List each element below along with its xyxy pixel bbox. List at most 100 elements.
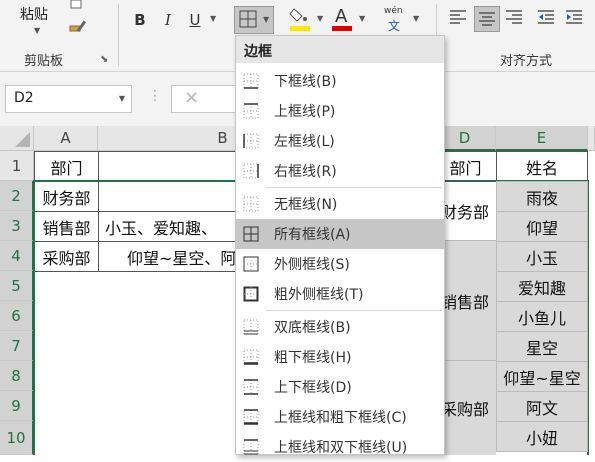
font-color-bar: [332, 26, 352, 31]
right-border-icon: [243, 163, 259, 179]
no-border-icon: [243, 196, 259, 212]
menu-item-thick-outside-borders[interactable]: 粗外侧框线(T): [236, 279, 444, 309]
menu-item-label: 粗外侧框线(T): [274, 287, 364, 303]
phonetic-bottom: 文: [388, 19, 401, 33]
phonetic-button[interactable]: wén 文: [382, 6, 410, 34]
underline-button[interactable]: U: [184, 7, 206, 33]
menu-item-bottom-border[interactable]: 下框线(B): [236, 66, 444, 96]
menu-item-all-borders[interactable]: 所有框线(A): [236, 219, 444, 249]
align-right-button[interactable]: [504, 8, 526, 30]
font-color-glyph: A: [335, 6, 348, 27]
cell-e7[interactable]: 星空: [496, 331, 588, 362]
column-header-a[interactable]: A: [34, 126, 98, 151]
chevron-down-icon[interactable]: ▼: [210, 14, 216, 23]
row-header-7[interactable]: 7: [0, 331, 34, 361]
select-all-corner[interactable]: [0, 126, 34, 151]
highlight-color-bar: [290, 26, 310, 31]
menu-item-label: 上框线和双下框线(U): [274, 440, 408, 456]
menu-item-label: 粗下框线(H): [274, 350, 352, 366]
row-header-label: 7: [11, 336, 21, 355]
phonetic-top: wén: [384, 6, 403, 16]
row-header-10[interactable]: 10: [0, 421, 34, 455]
chevron-down-icon[interactable]: ▼: [359, 14, 365, 23]
group-divider: [118, 4, 119, 66]
row-header-label: 6: [11, 306, 21, 325]
row-header-2[interactable]: 2: [0, 181, 34, 211]
copy-icon[interactable]: [68, 0, 86, 12]
menu-item-top-bottom-border[interactable]: 上下框线(D): [236, 372, 444, 402]
increase-indent-button[interactable]: [564, 8, 586, 30]
row-header-4[interactable]: 4: [0, 241, 34, 271]
row-header-1[interactable]: 1: [0, 151, 34, 181]
menu-item-label: 外侧框线(S): [274, 257, 350, 273]
menu-item-label: 所有框线(A): [274, 227, 351, 243]
chevron-down-icon[interactable]: ▼: [413, 14, 419, 23]
borders-button[interactable]: ▼: [234, 6, 274, 34]
align-left-button[interactable]: [448, 8, 470, 30]
menu-item-right-border[interactable]: 右框线(R): [236, 156, 444, 186]
cell-e2[interactable]: 雨夜: [496, 181, 588, 212]
column-header-label: A: [60, 129, 71, 147]
menu-item-label: 上下框线(D): [274, 380, 352, 396]
decrease-indent-icon: [538, 10, 554, 24]
left-border-icon: [243, 133, 259, 149]
align-right-icon: [506, 10, 522, 24]
cell-e8[interactable]: 仰望~星空: [496, 361, 588, 392]
row-header-5[interactable]: 5: [0, 271, 34, 301]
menu-separator: [266, 310, 442, 311]
cell-e10[interactable]: 小妞: [496, 421, 588, 452]
underline-label: U: [189, 11, 201, 29]
row-header-6[interactable]: 6: [0, 301, 34, 331]
align-center-button[interactable]: [474, 6, 500, 32]
cell-e5[interactable]: 爱知趣: [496, 271, 588, 302]
cell-e6[interactable]: 小鱼儿: [496, 301, 588, 332]
cell-e9[interactable]: 阿文: [496, 391, 588, 422]
bold-button[interactable]: B: [130, 7, 150, 33]
menu-item-no-border[interactable]: 无框线(N): [236, 189, 444, 219]
font-color-button[interactable]: A: [330, 4, 354, 32]
row-header-8[interactable]: 8: [0, 361, 34, 391]
menu-item-left-border[interactable]: 左框线(L): [236, 126, 444, 156]
format-painter-icon[interactable]: [68, 18, 88, 38]
paste-label: 粘贴: [20, 7, 48, 23]
dialog-launcher-icon[interactable]: ⬊: [100, 54, 108, 65]
increase-indent-icon: [566, 10, 582, 24]
italic-label: I: [165, 11, 171, 29]
bottom-border-icon: [243, 73, 259, 89]
align-left-icon: [450, 10, 466, 24]
double-bottom-border-icon: [243, 319, 259, 335]
top-thick-bottom-border-icon: [243, 409, 259, 425]
cell-e4[interactable]: 小玉: [496, 241, 588, 272]
column-header-f[interactable]: [588, 126, 595, 151]
cell-e3[interactable]: 仰望: [496, 211, 588, 242]
decrease-indent-button[interactable]: [536, 8, 558, 30]
alignment-group-label: 对齐方式: [500, 54, 553, 69]
outside-borders-icon: [243, 256, 259, 272]
menu-item-top-double-bottom-border[interactable]: 上框线和双下框线(U): [236, 432, 444, 462]
menu-item-thick-bottom-border[interactable]: 粗下框线(H): [236, 342, 444, 372]
italic-button[interactable]: I: [158, 7, 178, 33]
paste-button[interactable]: 粘贴 ▼: [12, 0, 60, 44]
chevron-down-icon: ▼: [263, 15, 270, 24]
more-icon: ⋮: [148, 88, 162, 104]
row-header-label: 4: [11, 246, 21, 265]
chevron-down-icon[interactable]: ▼: [317, 14, 323, 23]
menu-item-top-border[interactable]: 上框线(P): [236, 96, 444, 126]
thick-outside-borders-icon: [243, 286, 259, 302]
row-header-9[interactable]: 9: [0, 391, 34, 421]
align-center-icon: [479, 12, 495, 26]
column-header-e[interactable]: E: [496, 126, 588, 151]
fill-color-button[interactable]: [288, 6, 312, 32]
menu-item-double-bottom-border[interactable]: 双底框线(B): [236, 312, 444, 342]
menu-item-outside-borders[interactable]: 外侧框线(S): [236, 249, 444, 279]
formula-cancel-area: ✕: [171, 85, 241, 113]
cell-a1[interactable]: 部门: [34, 151, 99, 182]
name-box[interactable]: D2 ▼: [5, 85, 132, 113]
name-box-value: D2: [14, 90, 34, 106]
cancel-icon[interactable]: ✕: [184, 88, 199, 109]
menu-title: 边框: [236, 36, 444, 63]
menu-item-label: 双底框线(B): [274, 320, 351, 336]
cell-e1[interactable]: 姓名: [496, 151, 588, 182]
menu-item-top-thick-bottom-border[interactable]: 上框线和粗下框线(C): [236, 402, 444, 432]
row-header-3[interactable]: 3: [0, 211, 34, 241]
